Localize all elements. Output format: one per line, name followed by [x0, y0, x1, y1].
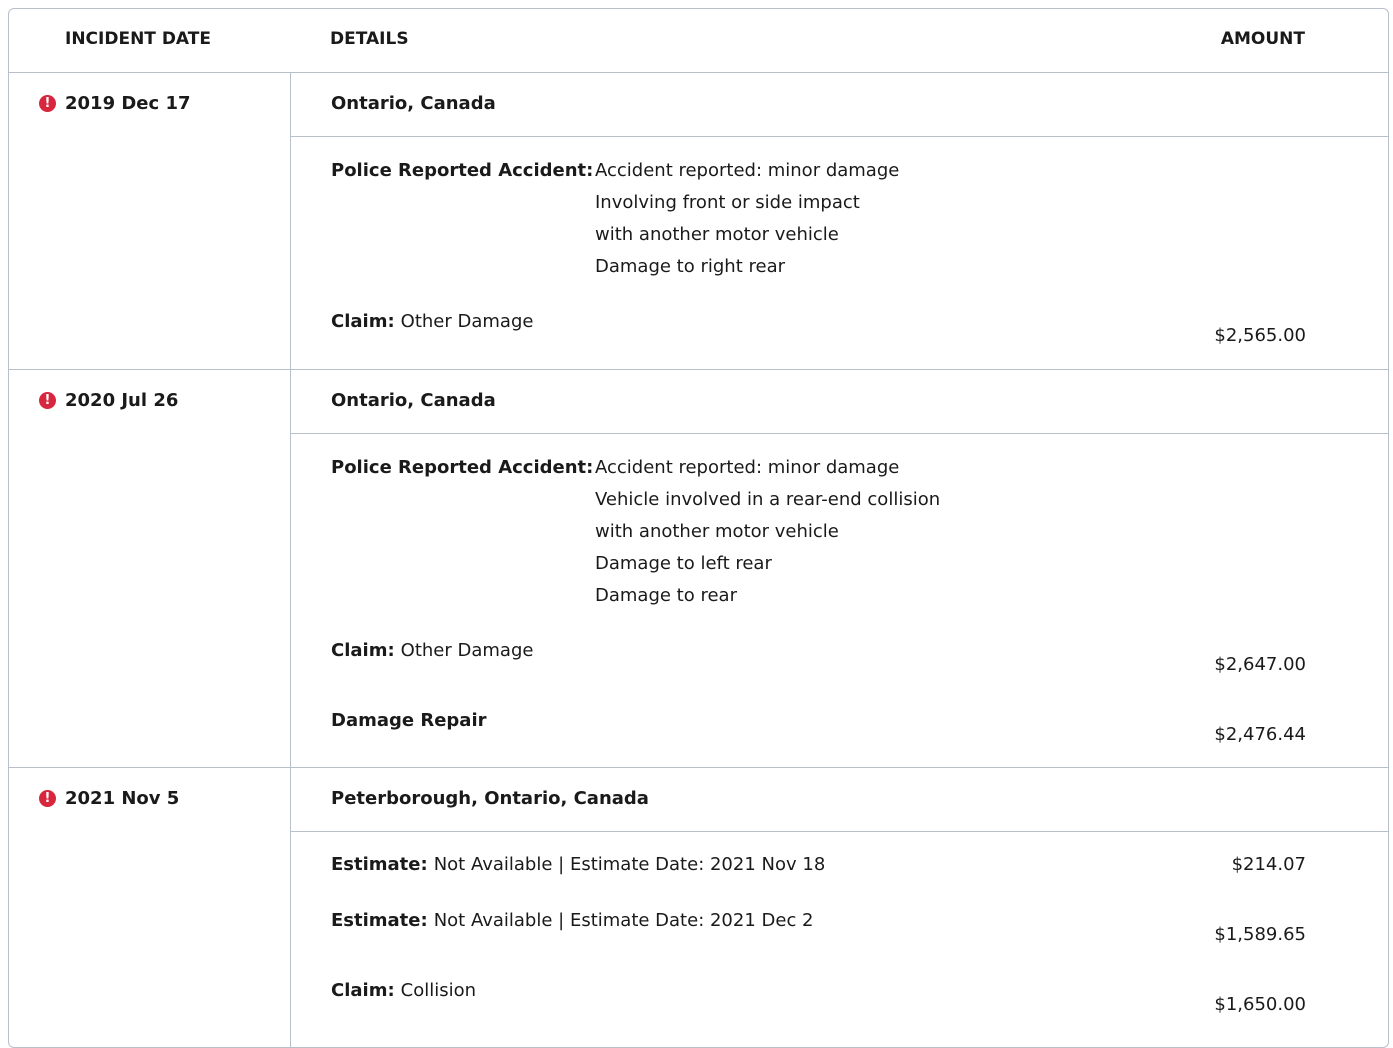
incident-date-text: 2019 Dec 17	[65, 93, 191, 114]
police-report-line: with another motor vehicle	[595, 224, 839, 245]
estimate-amount: $214.07	[1231, 854, 1306, 875]
incident-date-cell: ! 2020 Jul 26	[9, 370, 291, 767]
table-header: INCIDENT DATE DETAILS AMOUNT	[9, 9, 1388, 73]
incident-date: ! 2019 Dec 17	[39, 93, 191, 114]
incident-location-text: Peterborough, Ontario, Canada	[331, 788, 649, 809]
police-report-label: Police Reported Accident:	[331, 160, 594, 181]
estimate-entry: Estimate: Not Available | Estimate Date: …	[331, 854, 825, 875]
exclamation-circle-icon: !	[39, 392, 56, 409]
incident-date: ! 2020 Jul 26	[39, 390, 178, 411]
claim-label: Claim:	[331, 980, 395, 1001]
claim-amount: $2,565.00	[1214, 325, 1306, 346]
police-report-line: Involving front or side impact	[595, 192, 860, 213]
estimate-label: Estimate:	[331, 910, 428, 931]
incident-row: ! 2019 Dec 17 Ontario, Canada Police Rep…	[9, 73, 1388, 370]
police-report-entry: Police Reported Accident: Accident repor…	[331, 159, 899, 283]
incident-date-cell: ! 2019 Dec 17	[9, 73, 291, 369]
police-report-line: Vehicle involved in a rear-end collision	[595, 489, 941, 510]
police-report-line: Accident reported: minor damage	[595, 457, 900, 478]
claim-label: Claim:	[331, 311, 395, 332]
claim-entry: Claim: Other Damage	[331, 311, 533, 332]
police-report-lines: Accident reported: minor damage Involvin…	[595, 155, 899, 283]
header-incident-date: INCIDENT DATE	[65, 29, 211, 49]
claim-entry: Claim: Other Damage	[331, 640, 533, 661]
incident-date: ! 2021 Nov 5	[39, 788, 179, 809]
exclamation-circle-icon: !	[39, 95, 56, 112]
claim-value: Collision	[400, 980, 477, 1001]
claim-amount: $2,647.00	[1214, 654, 1306, 675]
claim-entry: Claim: Collision	[331, 980, 476, 1001]
incident-location: Ontario, Canada	[291, 370, 1388, 434]
claim-value: Other Damage	[400, 640, 534, 661]
incident-location-text: Ontario, Canada	[331, 390, 496, 411]
damage-repair-label: Damage Repair	[331, 710, 487, 731]
damage-repair-amount: $2,476.44	[1214, 724, 1306, 745]
incident-date-text: 2020 Jul 26	[65, 390, 179, 411]
incident-row: ! 2020 Jul 26 Ontario, Canada Police Rep…	[9, 370, 1388, 768]
estimate-label: Estimate:	[331, 854, 428, 875]
claim-value: Other Damage	[400, 311, 534, 332]
police-report-line: with another motor vehicle	[595, 521, 839, 542]
damage-repair-entry: Damage Repair	[331, 710, 487, 731]
incident-date-cell: ! 2021 Nov 5	[9, 768, 291, 1047]
claim-label: Claim:	[331, 640, 395, 661]
header-amount: AMOUNT	[1220, 29, 1305, 49]
header-details: DETAILS	[330, 29, 409, 49]
police-report-line: Accident reported: minor damage	[595, 160, 900, 181]
police-report-line: Damage to right rear	[595, 256, 785, 277]
estimate-amount: $1,589.65	[1214, 924, 1306, 945]
police-report-line: Damage to left rear	[595, 553, 772, 574]
estimate-entry: Estimate: Not Available | Estimate Date: …	[331, 910, 814, 931]
estimate-value: Not Available | Estimate Date: 2021 Dec …	[433, 910, 814, 931]
estimate-value: Not Available | Estimate Date: 2021 Nov …	[433, 854, 826, 875]
police-report-lines: Accident reported: minor damage Vehicle …	[595, 452, 940, 612]
incident-history-table: INCIDENT DATE DETAILS AMOUNT ! 2019 Dec …	[8, 8, 1389, 1048]
exclamation-circle-icon: !	[39, 790, 56, 807]
incident-row: ! 2021 Nov 5 Peterborough, Ontario, Cana…	[9, 768, 1388, 1047]
incident-location: Ontario, Canada	[291, 73, 1388, 137]
police-report-label: Police Reported Accident:	[331, 457, 594, 478]
police-report-line: Damage to rear	[595, 585, 737, 606]
incident-location-text: Ontario, Canada	[331, 93, 496, 114]
police-report-entry: Police Reported Accident: Accident repor…	[331, 456, 940, 612]
claim-amount: $1,650.00	[1214, 994, 1306, 1015]
incident-date-text: 2021 Nov 5	[65, 788, 180, 809]
incident-location: Peterborough, Ontario, Canada	[291, 768, 1388, 832]
